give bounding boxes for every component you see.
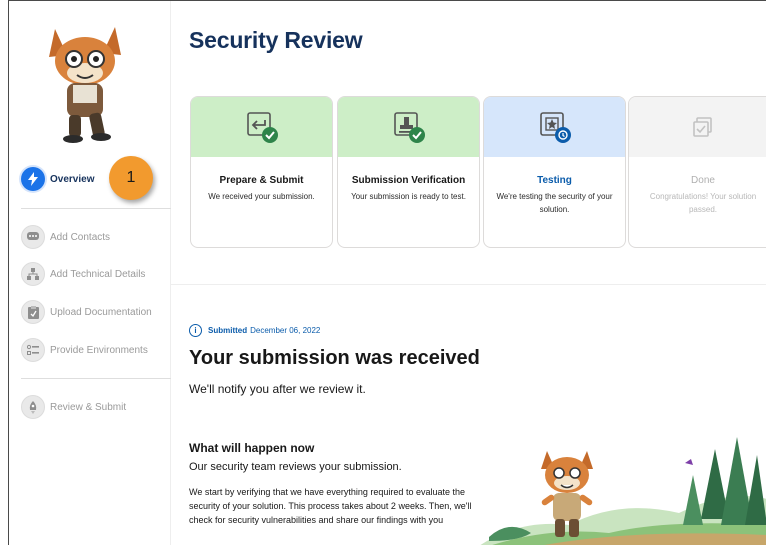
step-description: We received your submission.	[208, 192, 315, 201]
step-card-header	[338, 97, 479, 157]
submitted-label: Submitted	[208, 326, 248, 335]
sidebar-item-add-contacts[interactable]: Add Contacts	[21, 223, 171, 251]
sidebar-item-label: Provide Environments	[50, 344, 148, 356]
sidebar-item-label: Overview	[50, 173, 95, 185]
step-title: Submission Verification	[351, 175, 466, 186]
step-card-header	[629, 97, 766, 157]
section-divider	[171, 284, 766, 285]
page-title: Security Review	[189, 27, 363, 53]
submission-heading: Your submission was received	[189, 347, 480, 369]
what-happens-subtitle: Our security team reviews your submissio…	[189, 461, 402, 473]
sidebar-item-label: Add Contacts	[50, 231, 111, 243]
rocket-icon	[21, 395, 45, 419]
mascot-illustration	[49, 27, 121, 143]
step-title: Done	[691, 175, 715, 186]
list-icon	[21, 338, 45, 362]
what-happens-heading: What will happen now	[189, 441, 315, 455]
step-title: Testing	[537, 175, 572, 186]
submitted-status: i Submitted December 06, 2022	[189, 324, 320, 337]
step-title: Prepare & Submit	[219, 175, 304, 186]
step-card-testing: Testing We're testing the security of yo…	[483, 96, 626, 248]
mascot-landscape-illustration	[480, 437, 766, 545]
step-description: Congratulations! Your solution passed.	[649, 192, 757, 214]
step-card-done: Done Congratulations! Your solution pass…	[628, 96, 766, 248]
app-frame: Overview Add Contacts Add Technical Deta…	[8, 0, 766, 545]
step-description: Your submission is ready to test.	[351, 192, 466, 201]
what-happens-body: We start by verifying that we have every…	[189, 487, 472, 525]
step-card-header	[191, 97, 332, 157]
step-description: We're testing the security of your solut…	[496, 192, 613, 214]
sidebar-divider	[21, 208, 171, 209]
verification-complete-icon	[393, 112, 425, 143]
clipboard-icon	[21, 300, 45, 324]
step-card-header	[484, 97, 625, 157]
sidebar-item-label: Add Technical Details	[50, 268, 146, 280]
step-card-prepare-submit: Prepare & Submit We received your submis…	[190, 96, 333, 248]
submitted-date: December 06, 2022	[250, 326, 321, 335]
step-card-submission-verification: Submission Verification Your submission …	[337, 96, 480, 248]
sidebar-item-add-technical-details[interactable]: Add Technical Details	[21, 260, 171, 288]
sidebar: Overview Add Contacts Add Technical Deta…	[9, 1, 171, 545]
submission-subtitle: We'll notify you after we review it.	[189, 382, 366, 396]
step-number-callout: 1	[109, 156, 153, 200]
sidebar-item-upload-documentation[interactable]: Upload Documentation	[21, 298, 171, 326]
sidebar-item-label: Review & Submit	[50, 401, 127, 413]
done-pending-icon	[693, 117, 712, 137]
hierarchy-icon	[21, 262, 45, 286]
testing-in-progress-icon	[539, 112, 571, 143]
sidebar-item-provide-environments[interactable]: Provide Environments	[21, 336, 171, 364]
submit-complete-icon	[246, 112, 278, 143]
sidebar-item-label: Upload Documentation	[50, 306, 152, 318]
sidebar-divider	[21, 378, 171, 379]
info-icon: i	[189, 324, 202, 337]
chat-icon	[21, 225, 45, 249]
sidebar-item-review-submit[interactable]: Review & Submit	[21, 393, 171, 421]
lightning-icon	[21, 167, 45, 191]
